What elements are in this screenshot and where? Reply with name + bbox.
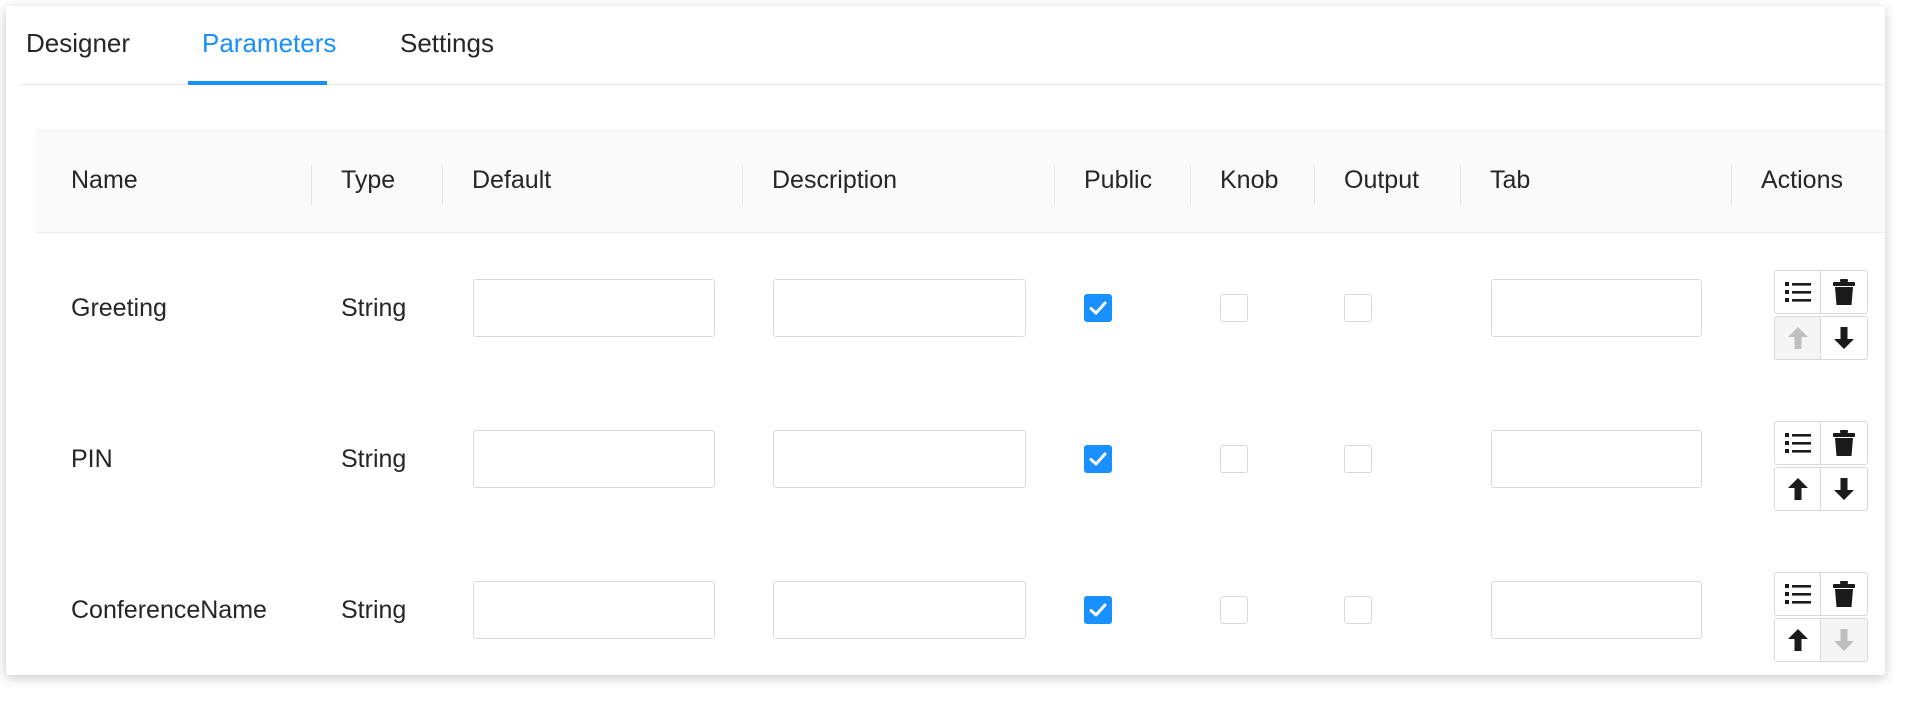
tab-settings[interactable]: Settings [400,28,494,59]
list-icon [1785,281,1811,303]
parameter-type: String [341,294,407,322]
tab-parameters[interactable]: Parameters [202,28,336,59]
active-tab-indicator [188,81,327,85]
description-input[interactable] [773,430,1026,488]
move-up-button[interactable] [1774,467,1822,511]
parameter-name: ConferenceName [71,596,267,624]
column-header-name: Name [71,166,138,194]
tab-input[interactable] [1491,279,1702,337]
public-checkbox[interactable] [1084,596,1112,624]
tab-bar: Designer Parameters Settings [20,6,1885,85]
move-down-button[interactable] [1820,618,1868,662]
list-icon [1785,583,1811,605]
output-checkbox[interactable] [1344,596,1372,624]
column-separator [311,165,312,205]
column-separator [1314,165,1315,205]
arrow-down-icon [1834,478,1854,500]
edit-parameter-button[interactable] [1774,572,1822,616]
arrow-up-icon [1788,629,1808,651]
public-checkbox[interactable] [1084,445,1112,473]
table-row: ConferenceName String [36,535,1885,675]
column-header-tab: Tab [1490,166,1531,194]
arrow-down-icon [1834,327,1854,349]
knob-checkbox[interactable] [1220,294,1248,322]
parameter-name: PIN [71,445,113,473]
knob-checkbox[interactable] [1220,596,1248,624]
table-header: Name Type Default Description Public Kno… [36,129,1885,233]
parameter-type: String [341,445,407,473]
column-header-knob: Knob [1220,166,1279,194]
default-value-input[interactable] [473,279,715,337]
delete-parameter-button[interactable] [1820,572,1868,616]
column-separator [1054,165,1055,205]
trash-icon [1833,581,1855,607]
description-input[interactable] [773,279,1026,337]
output-checkbox[interactable] [1344,445,1372,473]
list-icon [1785,432,1811,454]
column-separator [1190,165,1191,205]
column-header-actions: Actions [1761,166,1843,194]
tab-input[interactable] [1491,581,1702,639]
column-separator [1460,165,1461,205]
parameter-name: Greeting [71,294,167,322]
edit-parameter-button[interactable] [1774,270,1822,314]
move-down-button[interactable] [1820,316,1868,360]
trash-icon [1833,430,1855,456]
column-header-public: Public [1084,166,1153,194]
knob-checkbox[interactable] [1220,445,1248,473]
table-row: Greeting String [36,233,1885,385]
parameters-panel: Designer Parameters Settings Name Type D… [6,6,1885,675]
delete-parameter-button[interactable] [1820,270,1868,314]
column-separator [1731,165,1732,205]
default-value-input[interactable] [473,581,715,639]
tab-input[interactable] [1491,430,1702,488]
column-header-type: Type [341,166,396,194]
arrow-down-icon [1834,629,1854,651]
table-row: PIN String [36,384,1885,536]
edit-parameter-button[interactable] [1774,421,1822,465]
column-header-default: Default [472,166,552,194]
output-checkbox[interactable] [1344,294,1372,322]
column-header-description: Description [772,166,898,194]
parameter-type: String [341,596,407,624]
column-separator [742,165,743,205]
public-checkbox[interactable] [1084,294,1112,322]
arrow-up-icon [1788,478,1808,500]
default-value-input[interactable] [473,430,715,488]
move-up-button[interactable] [1774,316,1822,360]
column-separator [442,165,443,205]
tab-designer[interactable]: Designer [26,28,130,59]
column-header-output: Output [1344,166,1420,194]
arrow-up-icon [1788,327,1808,349]
description-input[interactable] [773,581,1026,639]
trash-icon [1833,279,1855,305]
move-down-button[interactable] [1820,467,1868,511]
delete-parameter-button[interactable] [1820,421,1868,465]
move-up-button[interactable] [1774,618,1822,662]
